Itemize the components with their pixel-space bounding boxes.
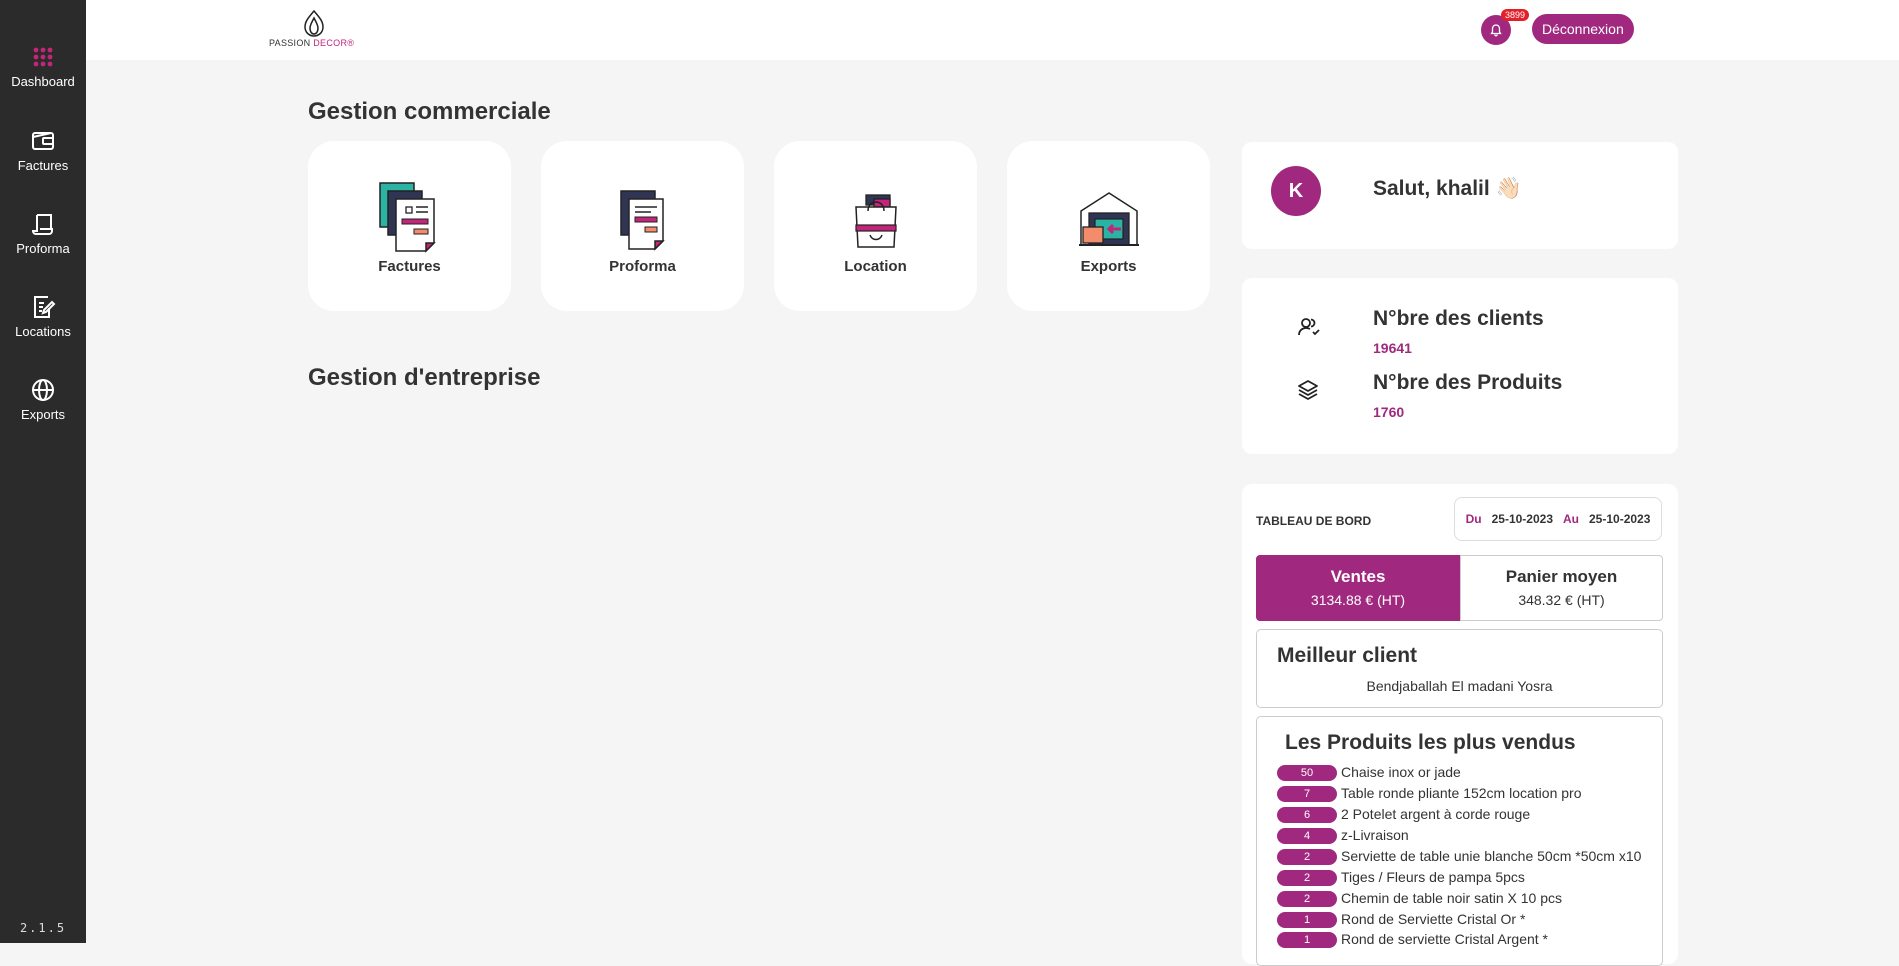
notification-count-badge: 3899 <box>1501 9 1530 21</box>
quantity-badge: 6 <box>1277 807 1337 824</box>
tile-exports[interactable]: Exports <box>1007 141 1210 311</box>
greeting-text: Salut, khalil 👋🏻 <box>1373 177 1522 200</box>
layers-icon <box>1298 380 1318 400</box>
best-client-name: Bendjaballah El madani Yosra <box>1366 678 1553 694</box>
globe-icon <box>32 379 54 401</box>
clients-count-value: 19641 <box>1373 340 1412 356</box>
product-name: Serviette de table unie blanche 50cm *50… <box>1341 848 1642 864</box>
product-name: Table ronde pliante 152cm location pro <box>1341 785 1582 801</box>
scroll-icon <box>31 214 53 235</box>
wallet-icon <box>32 132 54 150</box>
shopping-bag-icon <box>855 194 897 248</box>
product-name: Chemin de table noir satin X 10 pcs <box>1341 890 1563 906</box>
sidebar-item-label: Dashboard <box>11 74 75 89</box>
products-count-title: N°bre des Produits <box>1373 371 1563 394</box>
best-client-title: Meilleur client <box>1277 644 1418 667</box>
sidebar-item-label: Locations <box>15 324 71 339</box>
section-title-commercial: Gestion commerciale <box>308 98 551 125</box>
tile-factures[interactable]: Factures <box>308 141 511 311</box>
product-name: Tiges / Fleurs de pampa 5pcs <box>1341 869 1525 885</box>
list-item: 1 Rond de serviette Cristal Argent * <box>1277 931 1548 952</box>
tile-proforma[interactable]: Proforma <box>541 141 744 311</box>
app-version: 2.1.5 <box>19 921 67 935</box>
tab-panier-moyen[interactable]: Panier moyen 348.32 € (HT) <box>1460 555 1663 621</box>
kpi-label: Panier moyen <box>1505 567 1618 586</box>
sidebar-item-proforma[interactable]: Proforma <box>0 211 86 256</box>
bell-icon <box>1490 24 1502 37</box>
stats-card <box>1242 278 1678 454</box>
sidebar-item-locations[interactable]: Locations <box>0 294 86 339</box>
quantity-badge: 4 <box>1277 828 1337 845</box>
quantity-badge: 2 <box>1277 849 1337 866</box>
quantity-badge: 1 <box>1277 912 1337 929</box>
sidebar-item-label: Proforma <box>16 241 70 256</box>
edit-document-icon <box>34 296 56 318</box>
brand-name: PASSION DECOR® <box>269 38 355 48</box>
kpi-value: 348.32 € (HT) <box>1518 592 1605 608</box>
sidebar-item-label: Exports <box>20 407 66 422</box>
sidebar-item-dashboard[interactable]: Dashboard <box>0 44 86 89</box>
top-products-box: Les Produits les plus vendus 50 Chaise in… <box>1256 716 1663 966</box>
brand-logo[interactable]: PASSION DECOR® <box>269 8 359 52</box>
invoices-icon <box>379 182 436 253</box>
list-item: 2 Tiges / Fleurs de pampa 5pcs <box>1277 869 1525 890</box>
product-name: Chaise inox or jade <box>1341 764 1461 780</box>
tab-ventes[interactable]: Ventes 3134.88 € (HT) <box>1256 555 1460 621</box>
quantity-badge: 1 <box>1277 932 1337 949</box>
tile-label: Factures <box>378 258 441 275</box>
warehouse-icon <box>1079 192 1139 246</box>
list-item: 62 Potelet argent à corde rouge <box>1277 806 1530 827</box>
top-products-title: Les Produits les plus vendus <box>1285 731 1576 754</box>
avatar[interactable]: K <box>1271 166 1321 216</box>
list-item: 50 Chaise inox or jade <box>1277 764 1461 785</box>
list-item: 2 Chemin de table noir satin X 10 pcs <box>1277 890 1562 911</box>
product-name: 2 Potelet argent à corde rouge <box>1341 806 1531 822</box>
sidebar: Dashboard Factures Proforma Locations Ex… <box>0 0 86 943</box>
list-item: 7 Table ronde pliante 152cm location pro <box>1277 785 1582 806</box>
tile-label: Proforma <box>609 258 676 275</box>
date-range-picker[interactable]: Du 25-10-2023 Au 25-10-2023 <box>1454 497 1662 541</box>
sidebar-item-label: Factures <box>17 158 69 173</box>
quantity-badge: 7 <box>1277 786 1337 803</box>
product-name: Rond de Serviette Cristal Or * <box>1341 911 1526 927</box>
tile-location[interactable]: Location <box>774 141 977 311</box>
list-item: 1 Rond de Serviette Cristal Or * <box>1277 911 1525 932</box>
dashboard-title: TABLEAU DE BORD <box>1256 514 1372 528</box>
quantity-badge: 2 <box>1277 870 1337 887</box>
sidebar-item-factures[interactable]: Factures <box>0 128 86 173</box>
date-to-value: 25-10-2023 <box>1589 512 1651 526</box>
best-client-box: Meilleur client Bendjaballah El madani Y… <box>1256 629 1663 708</box>
kpi-value: 3134.88 € (HT) <box>1310 592 1406 608</box>
quantity-badge: 50 <box>1277 765 1337 782</box>
users-icon <box>1298 318 1320 336</box>
grid-icon <box>33 47 53 67</box>
kpi-label: Ventes <box>1330 567 1386 586</box>
flame-logo-icon <box>304 9 324 37</box>
date-from-label: Du <box>1465 512 1482 526</box>
tile-label: Exports <box>1080 258 1137 275</box>
product-name: z-Livraison <box>1341 827 1409 843</box>
date-to-label: Au <box>1563 512 1579 526</box>
date-from-value: 25-10-2023 <box>1491 512 1553 526</box>
list-item: 4 z-Livraison <box>1277 827 1409 848</box>
section-title-entreprise: Gestion d'entreprise <box>308 364 541 391</box>
clients-count-title: N°bre des clients <box>1373 307 1544 330</box>
products-count-value: 1760 <box>1373 404 1405 420</box>
logout-button[interactable]: Déconnexion <box>1532 14 1634 44</box>
product-name: Rond de serviette Cristal Argent * <box>1341 931 1548 947</box>
proforma-icon <box>620 190 665 251</box>
list-item: 2 Serviette de table unie blanche 50cm *5… <box>1277 848 1641 869</box>
tile-label: Location <box>844 258 907 275</box>
sidebar-item-exports[interactable]: Exports <box>0 377 86 422</box>
quantity-badge: 2 <box>1277 891 1337 908</box>
topbar: PASSION DECOR® 3899 Déconnexion <box>86 0 1899 60</box>
